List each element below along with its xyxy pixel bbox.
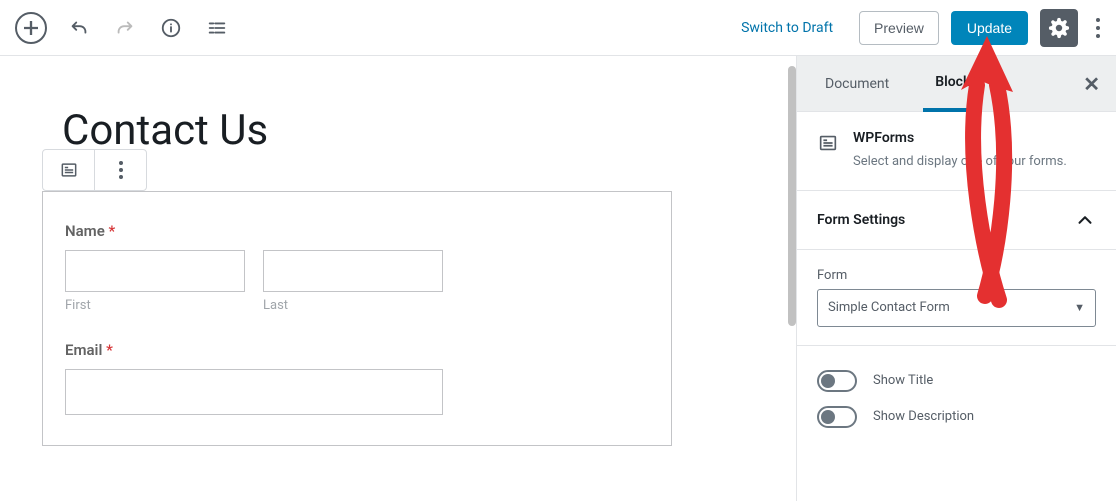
settings-sidebar: Document Block ✕ WPForms Select and disp… (796, 56, 1116, 501)
email-input[interactable] (65, 369, 443, 415)
first-name-sublabel: First (65, 298, 245, 313)
block-info-title: WPForms (853, 130, 1067, 146)
first-name-column: First (65, 250, 245, 313)
sidebar-tabs: Document Block ✕ (797, 56, 1116, 112)
last-name-sublabel: Last (263, 298, 443, 313)
block-toolbar (42, 149, 147, 191)
settings-gear-button[interactable] (1040, 9, 1078, 47)
last-name-input[interactable] (263, 250, 443, 292)
block-more-button[interactable] (95, 150, 146, 190)
block-type-icon[interactable] (43, 150, 95, 190)
form-preview-block[interactable]: Name * First Last Email * (42, 191, 672, 446)
toolbar-right: Switch to Draft Preview Update (741, 9, 1106, 47)
tab-document[interactable]: Document (813, 56, 901, 111)
toolbar-left (10, 12, 231, 44)
chevron-down-icon: ▼ (1074, 301, 1085, 314)
show-description-label: Show Description (873, 409, 974, 424)
wpforms-icon (817, 132, 839, 172)
undo-button[interactable] (65, 14, 93, 42)
chevron-up-icon (1074, 209, 1096, 231)
more-menu-button[interactable] (1090, 12, 1106, 44)
top-toolbar: Switch to Draft Preview Update (0, 0, 1116, 56)
main-area: Contact Us Name * First Last (0, 56, 1116, 501)
toggles-section: Show Title Show Description (797, 346, 1116, 446)
info-icon[interactable] (157, 14, 185, 42)
page-title[interactable]: Contact Us (62, 106, 786, 155)
show-description-row: Show Description (817, 406, 1096, 428)
redo-button[interactable] (111, 14, 139, 42)
last-name-column: Last (263, 250, 443, 313)
editor-pane: Contact Us Name * First Last (0, 56, 796, 501)
show-title-row: Show Title (817, 370, 1096, 392)
name-field-label: Name * (65, 222, 649, 240)
add-block-button[interactable] (15, 12, 47, 44)
name-row: First Last (65, 250, 649, 313)
first-name-input[interactable] (65, 250, 245, 292)
show-title-toggle[interactable] (817, 370, 857, 392)
block-info-section: WPForms Select and display one of your f… (797, 112, 1116, 191)
update-button[interactable]: Update (951, 11, 1028, 45)
email-field-label: Email * (65, 341, 649, 359)
form-settings-header-section: Form Settings (797, 191, 1116, 250)
switch-to-draft-link[interactable]: Switch to Draft (741, 20, 833, 36)
preview-button[interactable]: Preview (859, 11, 939, 45)
form-select-section: Form Simple Contact Form ▼ (797, 250, 1116, 346)
form-settings-toggle[interactable]: Form Settings (817, 209, 1096, 231)
block-info-description: Select and display one of your forms. (853, 152, 1067, 172)
tab-block[interactable]: Block (923, 57, 982, 112)
close-sidebar-button[interactable]: ✕ (1083, 72, 1100, 96)
form-select-dropdown[interactable]: Simple Contact Form ▼ (817, 289, 1096, 327)
gear-icon (1048, 17, 1070, 39)
block-navigation-icon[interactable] (203, 14, 231, 42)
show-title-label: Show Title (873, 373, 933, 388)
show-description-toggle[interactable] (817, 406, 857, 428)
editor-scrollbar[interactable] (788, 66, 796, 326)
form-select-label: Form (817, 268, 1096, 283)
